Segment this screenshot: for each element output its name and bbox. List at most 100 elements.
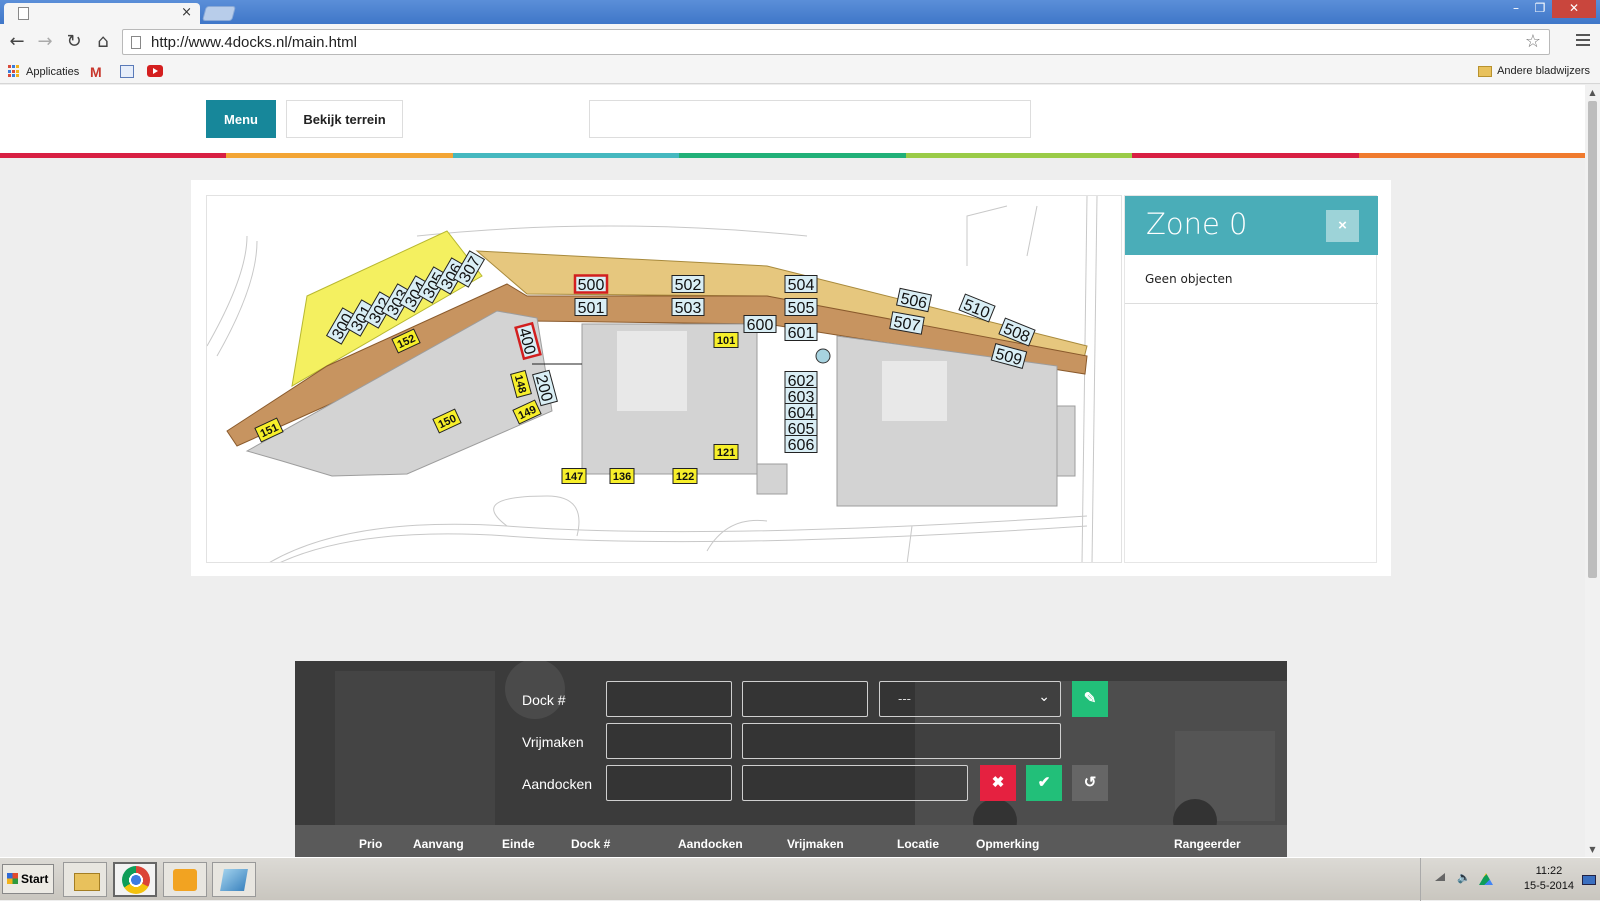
column-header[interactable]: Einde	[502, 837, 535, 851]
dock-in-label: Aandocken	[522, 776, 593, 792]
dock-marker-501[interactable]: 501	[574, 298, 608, 318]
column-header[interactable]: Prio	[359, 837, 382, 851]
file-explorer-icon[interactable]	[63, 862, 107, 897]
zone-objects: Geen objecten	[1125, 255, 1378, 304]
schedule-table-header: Prio Aanvang Einde Dock # Aandocken Vrij…	[295, 825, 1287, 857]
dock-number-input[interactable]	[606, 681, 732, 717]
stripe-segment	[679, 153, 906, 158]
dock-marker-label: 503	[675, 300, 702, 317]
os-taskbar: Start 🔈 11:22 15-5-2014	[0, 857, 1600, 901]
page-scrollbar[interactable]: ▲ ▼	[1585, 85, 1600, 857]
column-header[interactable]: Rangeerder	[1174, 837, 1241, 851]
dock-marker-label: 606	[788, 437, 815, 454]
dock-marker-label: 101	[717, 335, 735, 347]
view-terrain-button[interactable]: Bekijk terrein	[286, 100, 403, 138]
pencil-icon: ✎	[1083, 690, 1097, 707]
terrain-map-svg: 500 502 504501 503 505600 6015065075105085094…	[207, 196, 1098, 562]
dock-marker-label: 504	[788, 277, 815, 294]
column-header[interactable]: Aanvang	[413, 837, 464, 851]
bookmark-apps-label: Applicaties	[26, 65, 80, 78]
dock-marker-600[interactable]: 600	[743, 315, 777, 335]
dock-marker-504[interactable]: 504	[784, 275, 818, 295]
menu-button[interactable]: Menu	[206, 100, 276, 138]
volume-icon[interactable]: 🔈	[1457, 871, 1471, 884]
stripe-segment	[226, 153, 453, 158]
minimize-icon[interactable]: –	[1504, 0, 1528, 18]
chevron-down-icon: ⌄	[1038, 689, 1050, 705]
column-header[interactable]: Aandocken	[678, 837, 743, 851]
window-close-icon[interactable]: ✕	[1552, 0, 1596, 18]
zone-close-button[interactable]: ×	[1326, 210, 1359, 242]
release-input-b[interactable]	[742, 723, 1061, 759]
dock-marker-label: 505	[788, 300, 815, 317]
network-icon[interactable]	[1435, 873, 1445, 881]
column-header[interactable]: Vrijmaken	[787, 837, 844, 851]
youtube-icon[interactable]	[147, 65, 163, 77]
column-header[interactable]: Opmerking	[976, 837, 1039, 851]
calendar-icon[interactable]	[120, 65, 134, 78]
zone-empty-text: Geen objecten	[1145, 272, 1233, 286]
bookmark-apps[interactable]: Applicaties	[8, 65, 79, 78]
browser-menu-icon[interactable]	[1576, 34, 1590, 49]
reload-icon[interactable]: ↻	[63, 31, 85, 53]
gmail-icon[interactable]: M	[90, 64, 102, 80]
apps-grid-icon	[8, 65, 21, 78]
bookmark-other-label: Andere bladwijzers	[1497, 65, 1590, 77]
dock-marker-label: 500	[578, 277, 605, 294]
drive-icon[interactable]	[1479, 873, 1493, 885]
column-header[interactable]: Locatie	[897, 837, 939, 851]
tab-close-icon[interactable]: ×	[181, 5, 192, 20]
outlook-icon[interactable]	[163, 862, 207, 897]
scroll-down-icon[interactable]: ▼	[1585, 845, 1600, 854]
terrain-map[interactable]: 500 502 504 501 503 505 600 601 506 507 510 508 509 4…	[206, 195, 1122, 563]
bookmark-star-icon[interactable]: ☆	[1525, 31, 1541, 52]
dock-marker-606[interactable]: 606	[784, 435, 818, 455]
header-search-input[interactable]	[589, 100, 1031, 138]
cancel-button[interactable]: ✖	[980, 765, 1016, 801]
dock-marker-122[interactable]: 122	[672, 468, 698, 484]
bookmark-other[interactable]: Andere bladwijzers	[1478, 65, 1590, 77]
dock-marker-121[interactable]: 121	[713, 444, 739, 460]
dock-marker-601[interactable]: 601	[784, 323, 818, 343]
dock-select[interactable]: --- ⌄	[879, 681, 1061, 717]
address-url[interactable]: http://www.4docks.nl/main.html	[151, 34, 357, 51]
browser-toolbar: ← → ↻ ⌂ http://www.4docks.nl/main.html ☆	[0, 24, 1600, 60]
edit-button[interactable]: ✎	[1072, 681, 1108, 717]
dock-marker-101[interactable]: 101	[713, 332, 739, 348]
release-input-a[interactable]	[606, 723, 732, 759]
dock-marker-label: 501	[578, 300, 605, 317]
check-icon: ✔	[1037, 774, 1051, 791]
restore-icon[interactable]: ❐	[1528, 0, 1552, 18]
address-bar[interactable]: http://www.4docks.nl/main.html ☆	[122, 29, 1550, 55]
reset-button[interactable]: ↺	[1072, 765, 1108, 801]
dock-marker-500[interactable]: 500	[573, 274, 609, 295]
scroll-up-icon[interactable]: ▲	[1585, 88, 1600, 97]
back-icon[interactable]: ←	[6, 31, 28, 53]
dock-in-input-a[interactable]	[606, 765, 732, 801]
dock-marker-136[interactable]: 136	[609, 468, 635, 484]
forward-icon[interactable]: →	[34, 31, 56, 53]
chrome-icon[interactable]	[113, 862, 157, 897]
new-tab-button[interactable]	[201, 6, 237, 21]
dock-extra-input[interactable]	[742, 681, 868, 717]
dock-form-panel: Dock # --- ⌄ ✎ Vrijmaken Aandocken ✖ ✔ ↺…	[295, 661, 1287, 857]
dock-marker-147[interactable]: 147	[561, 468, 587, 484]
folder-icon	[1478, 65, 1493, 77]
app-icon[interactable]	[212, 862, 256, 897]
dock-marker-502[interactable]: 502	[671, 275, 705, 295]
dock-marker-505[interactable]: 505	[784, 298, 818, 318]
column-header[interactable]: Dock #	[571, 837, 610, 851]
scrollbar-thumb[interactable]	[1588, 101, 1597, 578]
browser-tab[interactable]: ×	[4, 3, 200, 24]
confirm-button[interactable]: ✔	[1026, 765, 1062, 801]
dock-in-input-b[interactable]	[742, 765, 968, 801]
close-icon: ✖	[991, 774, 1005, 791]
dock-marker-503[interactable]: 503	[671, 298, 705, 318]
home-icon[interactable]: ⌂	[92, 31, 114, 53]
clock[interactable]: 11:22 15-5-2014	[1524, 864, 1574, 894]
dock-marker-label: 147	[565, 471, 583, 483]
start-button[interactable]: Start	[2, 864, 54, 894]
window-controls: – ❐ ✕	[1504, 0, 1596, 18]
dock-marker-label: 121	[717, 447, 735, 459]
show-desktop-icon[interactable]	[1582, 875, 1596, 885]
